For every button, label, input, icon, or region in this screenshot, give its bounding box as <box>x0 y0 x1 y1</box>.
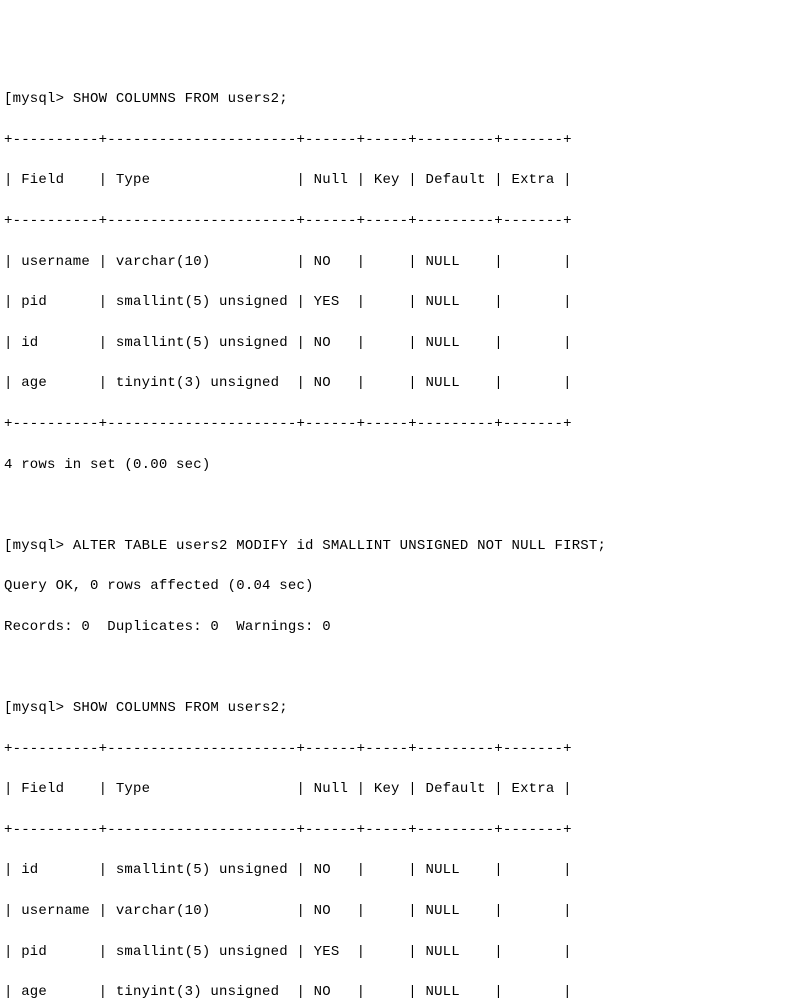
table2-row-pid: | pid | smallint(5) unsigned | YES | | N… <box>4 942 806 962</box>
table1-border-bottom: +----------+----------------------+-----… <box>4 414 806 434</box>
table2-row-age: | age | tinyint(3) unsigned | NO | | NUL… <box>4 982 806 1000</box>
table2-row-username: | username | varchar(10) | NO | | NULL |… <box>4 901 806 921</box>
table1-row-pid: | pid | smallint(5) unsigned | YES | | N… <box>4 292 806 312</box>
records-line: Records: 0 Duplicates: 0 Warnings: 0 <box>4 617 806 637</box>
table1-row-username: | username | varchar(10) | NO | | NULL |… <box>4 252 806 272</box>
table2-header: | Field | Type | Null | Key | Default | … <box>4 779 806 799</box>
prompt-line-1: [mysql> SHOW COLUMNS FROM users2; <box>4 89 806 109</box>
sql-command-2: ALTER TABLE users2 MODIFY id SMALLINT UN… <box>73 538 606 554</box>
blank-line-2 <box>4 658 806 678</box>
table1-row-age: | age | tinyint(3) unsigned | NO | | NUL… <box>4 373 806 393</box>
table1-row-id: | id | smallint(5) unsigned | NO | | NUL… <box>4 333 806 353</box>
table2-row-id: | id | smallint(5) unsigned | NO | | NUL… <box>4 860 806 880</box>
mysql-prompt: [mysql> <box>4 91 73 107</box>
table1-border-top: +----------+----------------------+-----… <box>4 130 806 150</box>
mysql-prompt: [mysql> <box>4 700 73 716</box>
rows-in-set-1: 4 rows in set (0.00 sec) <box>4 455 806 475</box>
sql-command-3: SHOW COLUMNS FROM users2; <box>73 700 288 716</box>
blank-line-1 <box>4 495 806 515</box>
table1-border-mid: +----------+----------------------+-----… <box>4 211 806 231</box>
table1-header: | Field | Type | Null | Key | Default | … <box>4 170 806 190</box>
sql-command-1: SHOW COLUMNS FROM users2; <box>73 91 288 107</box>
table2-border-mid: +----------+----------------------+-----… <box>4 820 806 840</box>
query-ok-line: Query OK, 0 rows affected (0.04 sec) <box>4 576 806 596</box>
mysql-prompt: [mysql> <box>4 538 73 554</box>
prompt-line-3: [mysql> SHOW COLUMNS FROM users2; <box>4 698 806 718</box>
prompt-line-2: [mysql> ALTER TABLE users2 MODIFY id SMA… <box>4 536 806 556</box>
table2-border-top: +----------+----------------------+-----… <box>4 739 806 759</box>
